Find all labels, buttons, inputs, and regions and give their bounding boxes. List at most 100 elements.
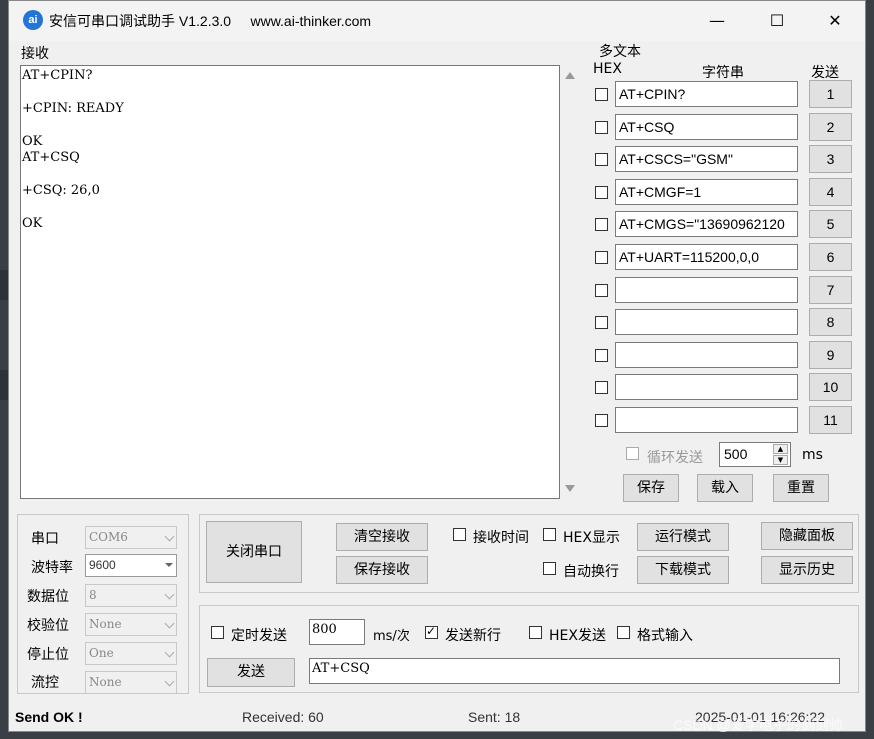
hex-row-checkbox[interactable] xyxy=(595,316,608,330)
multitext-string-input[interactable]: AT+CMGF=1 xyxy=(615,178,798,205)
receive-line: AT+CPIN? xyxy=(22,68,93,83)
load-multitext-button[interactable]: 载入 xyxy=(697,474,753,502)
multitext-send-button[interactable]: 6 xyxy=(809,243,852,271)
loop-send-checkbox[interactable] xyxy=(626,447,639,460)
reset-multitext-button[interactable]: 重置 xyxy=(773,474,829,502)
hex-send-checkbox[interactable] xyxy=(529,626,542,639)
chevron-down-icon xyxy=(164,676,175,687)
databits-label: 数据位 xyxy=(27,589,69,605)
receive-line: OK xyxy=(22,215,43,231)
multitext-string-input[interactable] xyxy=(615,341,798,368)
multitext-send-button[interactable]: 9 xyxy=(809,340,852,369)
stopbits-label: 停止位 xyxy=(27,647,69,663)
minimize-icon[interactable]: — xyxy=(687,1,747,41)
show-history-button[interactable]: 显示历史 xyxy=(761,556,853,584)
receive-line: OK xyxy=(22,133,43,149)
receive-scrollbar[interactable] xyxy=(561,65,579,499)
multitext-send-button[interactable]: 8 xyxy=(809,308,852,337)
parity-select[interactable]: None xyxy=(85,613,177,636)
run-mode-button[interactable]: 运行模式 xyxy=(637,523,729,551)
parity-label: 校验位 xyxy=(27,618,69,634)
close-icon[interactable]: ✕ xyxy=(805,1,865,41)
auto-newline-checkbox[interactable] xyxy=(543,562,556,575)
format-input-label: 格式输入 xyxy=(637,628,693,644)
loop-send-label: 循环发送 xyxy=(647,450,703,466)
receive-line: +CPIN: READY xyxy=(22,100,124,116)
multitext-send-button[interactable]: 10 xyxy=(809,373,852,402)
format-input-checkbox[interactable] xyxy=(617,626,630,639)
flow-select[interactable]: None xyxy=(85,671,177,694)
chevron-down-icon xyxy=(164,531,175,542)
send-newline-checkbox[interactable] xyxy=(425,624,438,639)
receive-time-checkbox[interactable] xyxy=(453,528,466,541)
hex-row-checkbox[interactable] xyxy=(595,120,608,134)
save-multitext-button[interactable]: 保存 xyxy=(623,474,679,502)
send-column-header: 发送 xyxy=(811,65,839,81)
hex-row-checkbox[interactable] xyxy=(595,185,608,199)
chevron-down-icon xyxy=(164,647,175,658)
multitext-send-button[interactable]: 3 xyxy=(809,145,852,174)
send-button[interactable]: 发送 xyxy=(207,658,295,687)
scroll-up-icon[interactable] xyxy=(565,72,575,79)
timed-send-checkbox[interactable] xyxy=(211,626,224,639)
multitext-string-input[interactable]: AT+CSQ xyxy=(615,113,798,140)
hex-row-checkbox[interactable] xyxy=(595,153,608,167)
multitext-string-input[interactable] xyxy=(615,374,798,401)
multitext-string-input[interactable]: AT+CSCS="GSM" xyxy=(615,146,798,173)
close-port-button[interactable]: 关闭串口 xyxy=(206,521,302,583)
receive-line: +CSQ: 26,0 xyxy=(22,182,100,198)
receive-textarea[interactable]: AT+CPIN? +CPIN: READY OK AT+CSQ +CSQ: 26,0 OK xyxy=(20,65,560,499)
multitext-send-button[interactable]: 7 xyxy=(809,275,852,304)
baud-value: 9600 xyxy=(89,558,116,572)
hex-row-checkbox[interactable] xyxy=(595,88,608,101)
multitext-string-input[interactable]: AT+UART=115200,0,0 xyxy=(615,244,798,270)
multitext-send-button[interactable]: 1 xyxy=(809,80,852,108)
multitext-send-button[interactable]: 4 xyxy=(809,177,852,206)
hex-row-checkbox[interactable] xyxy=(595,251,608,264)
receive-line: AT+CSQ xyxy=(22,149,80,165)
hex-row-checkbox[interactable] xyxy=(595,283,608,297)
multitext-string-input[interactable] xyxy=(615,276,798,303)
watermark: CSDN @爱学电子的刻刻帅 xyxy=(673,717,843,733)
hex-display-label: HEX显示 xyxy=(563,530,620,546)
hex-row-checkbox[interactable] xyxy=(595,218,608,232)
window-title: 安信可串口调试助手 V1.2.3.0 www.ai-thinker.com xyxy=(49,13,372,29)
scroll-down-icon[interactable] xyxy=(565,485,575,492)
receive-line xyxy=(22,199,558,215)
hex-row-checkbox[interactable] xyxy=(595,414,608,427)
multitext-send-button[interactable]: 5 xyxy=(809,210,852,239)
port-label: 串口 xyxy=(31,531,59,547)
databits-value: 8 xyxy=(89,588,97,602)
download-mode-button[interactable]: 下载模式 xyxy=(637,556,729,584)
multitext-string-input[interactable] xyxy=(615,407,798,433)
hex-row-checkbox[interactable] xyxy=(595,381,608,395)
multitext-send-button[interactable]: 11 xyxy=(809,406,852,434)
stopbits-value: One xyxy=(89,646,114,660)
receive-line xyxy=(22,84,558,100)
serial-assistant-window: ai 安信可串口调试助手 V1.2.3.0 www.ai-thinker.com… xyxy=(8,0,866,733)
send-text-input[interactable]: AT+CSQ xyxy=(309,658,840,684)
spin-up-icon[interactable]: ▲ xyxy=(773,444,788,454)
multitext-string-input[interactable] xyxy=(615,309,798,336)
hide-panel-button[interactable]: 隐藏面板 xyxy=(761,522,853,550)
receive-label: 接收 xyxy=(21,46,49,62)
maximize-icon[interactable]: ☐ xyxy=(747,1,807,41)
sent-count: Sent: 18 xyxy=(468,709,521,725)
port-select[interactable]: COM6 xyxy=(85,526,177,549)
hex-send-label: HEX发送 xyxy=(549,628,606,644)
interval-unit-label: ms/次 xyxy=(373,629,410,644)
hex-display-checkbox[interactable] xyxy=(543,528,556,541)
multitext-string-input[interactable]: AT+CPIN? xyxy=(615,81,798,107)
baud-select[interactable]: 9600 xyxy=(85,554,177,577)
save-receive-button[interactable]: 保存接收 xyxy=(336,556,428,584)
databits-select[interactable]: 8 xyxy=(85,584,177,607)
interval-input[interactable]: 800 xyxy=(309,619,365,645)
clear-receive-button[interactable]: 清空接收 xyxy=(336,523,428,551)
multitext-string-input[interactable]: AT+CMGS="13690962120 xyxy=(615,211,798,238)
multitext-send-button[interactable]: 2 xyxy=(809,112,852,141)
stopbits-select[interactable]: One xyxy=(85,642,177,665)
loop-interval-value: 500 xyxy=(724,446,748,462)
loop-interval-spinbox[interactable]: 500 ▲ ▼ xyxy=(719,442,791,467)
hex-row-checkbox[interactable] xyxy=(595,348,608,362)
spin-down-icon[interactable]: ▼ xyxy=(773,455,788,465)
